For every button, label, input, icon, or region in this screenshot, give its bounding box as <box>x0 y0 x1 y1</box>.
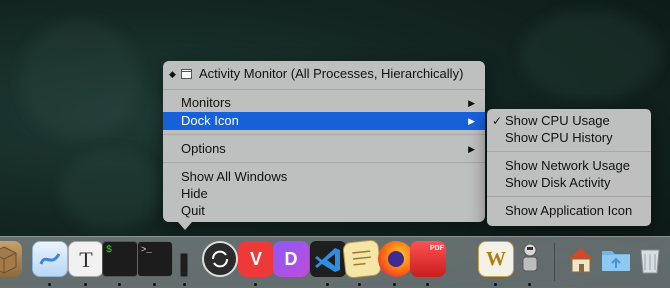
menu-item-label: Monitors <box>181 95 231 110</box>
trash-icon[interactable] <box>632 241 668 277</box>
active-window-diamond-icon: ◆ <box>169 69 176 79</box>
menu-item-label: Dock Icon <box>181 113 239 128</box>
running-indicator <box>393 283 396 286</box>
menu-item-label: Quit <box>181 203 205 218</box>
submenu-item-show-network-usage[interactable]: Show Network Usage <box>487 157 651 175</box>
running-indicator <box>118 283 121 286</box>
window-icon <box>181 69 192 79</box>
terminal-icon[interactable]: >_ <box>137 241 173 277</box>
menu-item-label: Show All Windows <box>181 169 288 184</box>
submenu-arrow-icon: ▶ <box>468 116 475 126</box>
menu-item-quit[interactable]: Quit <box>163 202 485 220</box>
dock-context-menu: ◆ Activity Monitor (All Processes, Hiera… <box>163 61 485 222</box>
running-indicator <box>153 283 156 286</box>
running-indicator <box>326 283 329 286</box>
folder-icon[interactable] <box>598 241 634 277</box>
menu-item-options[interactable]: Options ▶ <box>163 140 485 158</box>
dash-icon[interactable]: D <box>273 241 309 277</box>
submenu-item-label: Show Application Icon <box>505 203 633 218</box>
mindnode-icon[interactable] <box>32 241 68 277</box>
textedit-icon[interactable]: T <box>68 241 104 277</box>
script-editor-icon[interactable] <box>342 239 382 279</box>
running-indicator <box>254 283 257 286</box>
submenu-item-show-application-icon[interactable]: Show Application Icon <box>487 202 651 220</box>
submenu-item-label: Show CPU History <box>505 130 613 145</box>
pdf-badge: PDF <box>430 245 444 252</box>
word-icon[interactable]: W <box>478 241 514 277</box>
submenu-item-label: Show Disk Activity <box>505 175 611 190</box>
activity-terminal-icon[interactable]: $ <box>102 241 138 277</box>
menu-separator <box>163 89 485 90</box>
submenu-item-show-disk-activity[interactable]: Show Disk Activity <box>487 174 651 192</box>
running-indicator <box>426 283 429 286</box>
submenu-item-show-cpu-history[interactable]: Show CPU History <box>487 129 651 147</box>
sync-icon[interactable] <box>202 241 238 277</box>
submenu-separator <box>487 151 651 152</box>
submenu-item-show-cpu-usage[interactable]: ✓ Show CPU Usage <box>487 112 651 130</box>
dock-icon-submenu: ✓ Show CPU Usage Show CPU History Show N… <box>487 109 651 226</box>
checkmark-icon: ✓ <box>492 114 503 128</box>
vivaldi-icon[interactable]: V <box>238 241 274 277</box>
running-indicator <box>84 283 87 286</box>
menu-separator <box>163 134 485 135</box>
activity-monitor-dock-icon[interactable] <box>180 253 188 277</box>
dock-divider <box>554 243 555 281</box>
menu-window-item[interactable]: ◆ Activity Monitor (All Processes, Hiera… <box>163 65 485 83</box>
running-indicator <box>48 283 51 286</box>
submenu-item-label: Show CPU Usage <box>505 113 610 128</box>
running-indicator <box>528 283 531 286</box>
menu-item-monitors[interactable]: Monitors ▶ <box>163 94 485 112</box>
running-indicator <box>183 283 186 286</box>
menu-item-label: Hide <box>181 186 208 201</box>
dock: T $ >_ V D PDF W <box>0 236 670 288</box>
pdf-app-icon[interactable]: PDF <box>410 241 446 277</box>
automator-icon[interactable] <box>512 241 548 277</box>
vscode-icon[interactable] <box>310 241 346 277</box>
menu-item-label: Options <box>181 141 226 156</box>
running-indicator <box>358 283 361 286</box>
submenu-separator <box>487 196 651 197</box>
firefox-icon[interactable] <box>378 241 414 277</box>
package-icon[interactable] <box>0 241 22 277</box>
submenu-arrow-icon: ▶ <box>468 98 475 108</box>
home-folder-icon[interactable] <box>563 241 599 277</box>
menu-window-title: Activity Monitor (All Processes, Hierarc… <box>199 66 464 81</box>
submenu-item-label: Show Network Usage <box>505 158 630 173</box>
menu-separator <box>163 162 485 163</box>
menu-item-hide[interactable]: Hide <box>163 185 485 203</box>
menu-item-show-all-windows[interactable]: Show All Windows <box>163 168 485 186</box>
running-indicator <box>494 283 497 286</box>
menu-pointer <box>178 222 192 230</box>
submenu-arrow-icon: ▶ <box>468 144 475 154</box>
menu-item-dock-icon[interactable]: Dock Icon ▶ <box>163 112 485 130</box>
